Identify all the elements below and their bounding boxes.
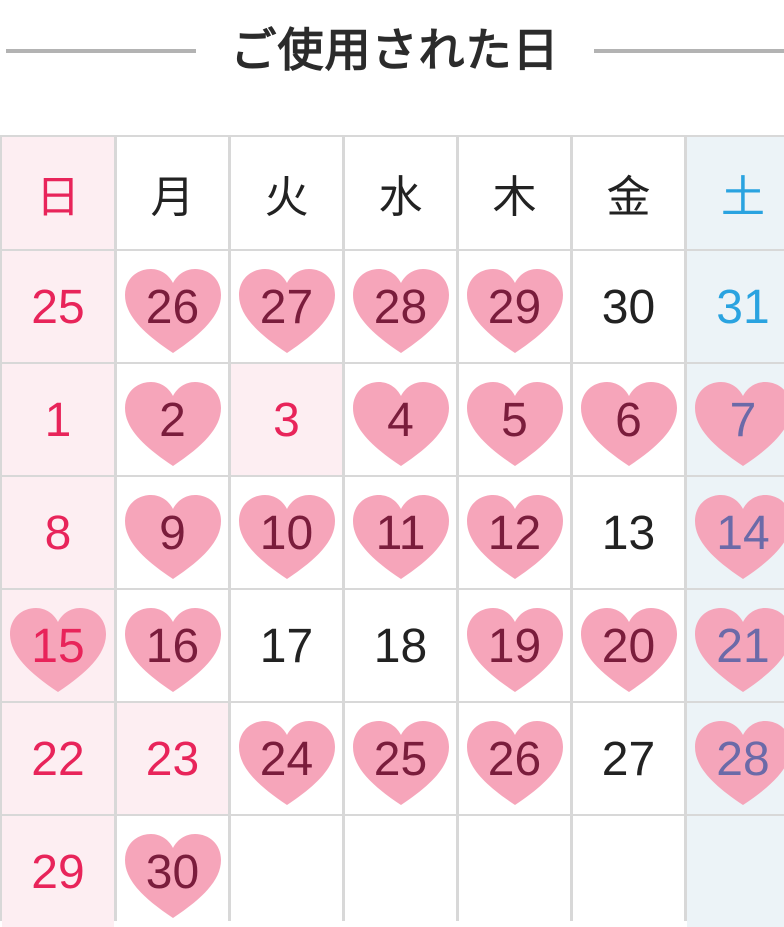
empty-day-cell — [687, 816, 784, 927]
title-divider-left — [6, 49, 196, 53]
weekday-header: 土 — [687, 137, 784, 249]
calendar-day-cell: 3 — [231, 364, 342, 475]
title-divider-right — [594, 49, 784, 53]
day-number: 29 — [487, 281, 542, 334]
calendar-day-cell: 24 — [231, 703, 342, 814]
day-number: 17 — [259, 620, 314, 673]
calendar-day-cell: 5 — [459, 364, 570, 475]
day-number: 14 — [716, 507, 770, 560]
page-title: ご使用された日 — [230, 23, 560, 77]
calendar-day-cell: 4 — [345, 364, 456, 475]
weekday-header: 月 — [117, 137, 228, 249]
day-number: 26 — [145, 281, 200, 334]
weekday-label: 水 — [378, 172, 423, 223]
calendar-day-cell: 31 — [687, 251, 784, 362]
weekday-header: 火 — [231, 137, 342, 249]
day-number: 31 — [716, 281, 770, 334]
calendar-day-cell: 20 — [573, 590, 684, 701]
calendar-day-cell: 22 — [2, 703, 114, 814]
weekday-label: 月 — [150, 172, 195, 223]
day-number: 15 — [31, 620, 85, 673]
weekday-label: 火 — [264, 172, 309, 223]
calendar-day-cell: 21 — [687, 590, 784, 701]
day-number: 27 — [259, 281, 314, 334]
calendar-day-cell: 15 — [2, 590, 114, 701]
empty-day-cell — [345, 816, 456, 927]
calendar-day-cell: 29 — [459, 251, 570, 362]
calendar-title-bar: ご使用された日 — [0, 0, 784, 100]
day-number: 16 — [145, 620, 200, 673]
day-number: 27 — [601, 733, 656, 786]
day-number: 11 — [375, 507, 426, 560]
calendar-day-cell: 19 — [459, 590, 570, 701]
day-number: 1 — [44, 394, 72, 447]
day-number: 2 — [159, 394, 186, 447]
day-number: 6 — [615, 394, 642, 447]
weekday-header: 日 — [2, 137, 114, 249]
calendar-day-cell: 29 — [2, 816, 114, 927]
calendar-day-cell: 30 — [117, 816, 228, 927]
day-number: 8 — [44, 507, 72, 560]
calendar-day-cell: 28 — [345, 251, 456, 362]
calendar-day-cell: 27 — [231, 251, 342, 362]
calendar-day-cell: 8 — [2, 477, 114, 588]
calendar-day-cell: 6 — [573, 364, 684, 475]
day-number: 22 — [31, 733, 85, 786]
calendar-day-cell: 17 — [231, 590, 342, 701]
empty-day-cell — [573, 816, 684, 927]
day-number: 30 — [145, 846, 200, 899]
calendar-day-cell: 30 — [573, 251, 684, 362]
calendar-day-cell: 14 — [687, 477, 784, 588]
day-number: 18 — [373, 620, 428, 673]
empty-day-cell — [459, 816, 570, 927]
calendar-day-cell: 7 — [687, 364, 784, 475]
calendar-day-cell: 12 — [459, 477, 570, 588]
day-number: 25 — [31, 281, 85, 334]
day-number: 3 — [273, 394, 300, 447]
weekday-label: 木 — [492, 172, 537, 223]
day-number: 5 — [501, 394, 528, 447]
calendar-day-cell: 18 — [345, 590, 456, 701]
day-number: 26 — [487, 733, 542, 786]
day-number: 12 — [487, 507, 542, 560]
weekday-label: 日 — [36, 172, 80, 223]
usage-calendar: 日月火水木金土 25 26 27 28 29 30 31 1 2 3 4 5 6 7 8 9 10 11 12 13 14… — [0, 135, 784, 927]
weekday-label: 金 — [606, 172, 651, 223]
calendar-day-cell: 28 — [687, 703, 784, 814]
day-number: 20 — [601, 620, 656, 673]
calendar-day-cell: 16 — [117, 590, 228, 701]
calendar-day-cell: 1 — [2, 364, 114, 475]
calendar-day-cell: 26 — [117, 251, 228, 362]
day-number: 25 — [373, 733, 428, 786]
day-number: 10 — [259, 507, 314, 560]
day-number: 23 — [145, 733, 200, 786]
day-number: 24 — [259, 733, 314, 786]
day-number: 7 — [729, 394, 757, 447]
weekday-label: 土 — [721, 172, 765, 223]
calendar-day-cell: 27 — [573, 703, 684, 814]
weekday-header: 水 — [345, 137, 456, 249]
day-number: 4 — [387, 394, 414, 447]
day-number: 28 — [373, 281, 428, 334]
empty-day-cell — [231, 816, 342, 927]
day-number: 13 — [601, 507, 656, 560]
day-number: 19 — [487, 620, 542, 673]
weekday-header: 金 — [573, 137, 684, 249]
day-number: 28 — [716, 733, 770, 786]
calendar-day-cell: 9 — [117, 477, 228, 588]
calendar-day-cell: 13 — [573, 477, 684, 588]
weekday-header: 木 — [459, 137, 570, 249]
calendar-day-cell: 23 — [117, 703, 228, 814]
calendar-day-cell: 26 — [459, 703, 570, 814]
day-number: 9 — [159, 507, 186, 560]
calendar-day-cell: 10 — [231, 477, 342, 588]
day-number: 29 — [31, 846, 85, 899]
day-number: 21 — [716, 620, 770, 673]
day-number: 30 — [601, 281, 656, 334]
calendar-day-cell: 25 — [2, 251, 114, 362]
calendar-day-cell: 25 — [345, 703, 456, 814]
calendar-day-cell: 2 — [117, 364, 228, 475]
calendar-day-cell: 11 — [345, 477, 456, 588]
